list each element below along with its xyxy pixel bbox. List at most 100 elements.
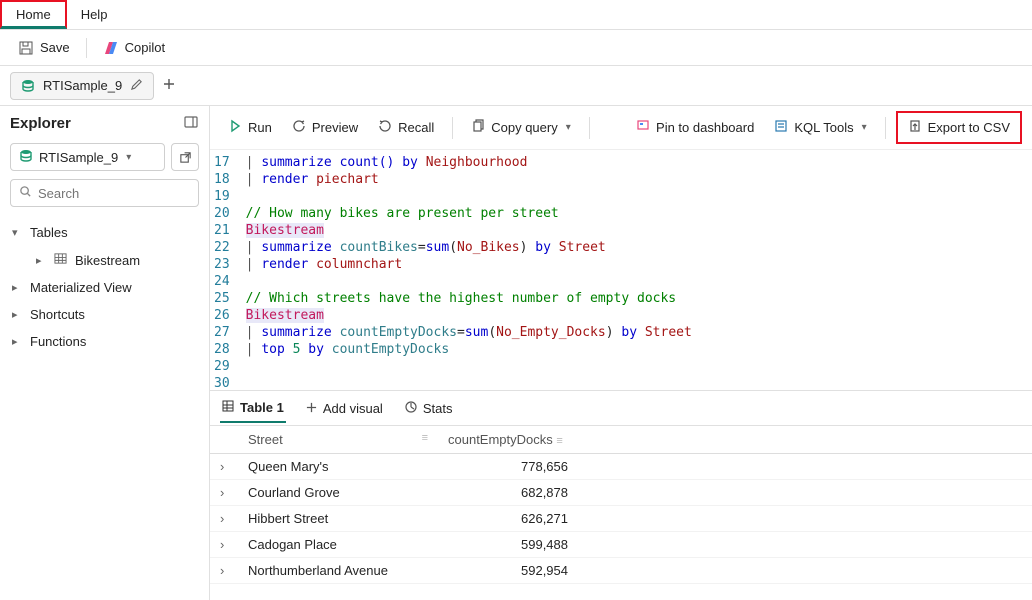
run-label: Run: [248, 120, 272, 135]
chevron-right-icon: ›: [220, 485, 224, 500]
content-area: Run Preview Recall Copy query ▾ Pin to d…: [210, 106, 1032, 600]
table-row[interactable]: ›Cadogan Place599,488: [210, 532, 1032, 558]
chevron-right-icon: ›: [220, 563, 224, 578]
code-editor[interactable]: 1718192021222324252627282930 | summarize…: [210, 150, 1032, 390]
cell-street: Hibbert Street: [238, 506, 438, 532]
table-icon: [54, 252, 67, 268]
divider: [589, 117, 590, 139]
save-icon: [18, 40, 34, 56]
results-tab-table1[interactable]: Table 1: [220, 394, 286, 423]
cell-count: 599,488: [438, 532, 598, 558]
home-toolbar: Save Copilot: [0, 30, 1032, 66]
copilot-icon: [103, 40, 119, 56]
code-content[interactable]: | summarize count() by Neighbourhood| re…: [246, 154, 692, 386]
stats-tab[interactable]: Stats: [403, 395, 455, 422]
tree-functions-label: Functions: [30, 334, 86, 349]
column-menu-icon[interactable]: ≡: [422, 432, 428, 444]
pin-label: Pin to dashboard: [656, 120, 754, 135]
export-csv-button[interactable]: Export to CSV: [896, 111, 1022, 144]
copy-icon: [471, 119, 485, 136]
chevron-down-icon: ▾: [12, 226, 22, 239]
column-menu-icon[interactable]: ≡: [556, 435, 562, 447]
chevron-right-icon: ▸: [12, 335, 22, 348]
kql-tools-button[interactable]: KQL Tools ▾: [766, 115, 874, 140]
recall-button[interactable]: Recall: [370, 115, 442, 140]
stats-icon: [405, 401, 417, 416]
explorer-search[interactable]: [10, 179, 199, 207]
chevron-right-icon: ▸: [12, 308, 22, 321]
add-tab-button[interactable]: [162, 77, 176, 94]
search-input[interactable]: [38, 186, 214, 201]
tree-matview-label: Materialized View: [30, 280, 132, 295]
col-count[interactable]: countEmptyDocks: [448, 432, 553, 447]
recall-label: Recall: [398, 120, 434, 135]
chevron-right-icon: ▸: [12, 281, 22, 294]
database-selector[interactable]: RTISample_9 ▾: [10, 143, 165, 171]
table-icon: [222, 400, 234, 415]
menu-help[interactable]: Help: [67, 0, 122, 29]
tree-tables[interactable]: ▾ Tables: [10, 219, 199, 246]
chevron-right-icon: ›: [220, 511, 224, 526]
tree-bikestream[interactable]: ▸ Bikestream: [10, 246, 199, 274]
pin-dashboard-button[interactable]: Pin to dashboard: [628, 115, 762, 140]
tree-materialized-view[interactable]: ▸ Materialized View: [10, 274, 199, 301]
explorer-title: Explorer: [10, 115, 71, 132]
cell-count: 778,656: [438, 454, 598, 480]
tree-functions[interactable]: ▸ Functions: [10, 328, 199, 355]
results-tabs: Table 1 Add visual Stats: [210, 390, 1032, 426]
recall-icon: [378, 119, 392, 136]
rename-icon[interactable]: [130, 78, 143, 94]
stats-label: Stats: [423, 401, 453, 416]
add-visual-button[interactable]: Add visual: [304, 395, 385, 422]
chevron-down-icon: ▾: [566, 122, 571, 133]
chevron-down-icon: ▾: [862, 122, 867, 133]
pin-icon: [636, 119, 650, 136]
table-row[interactable]: › Courland Grove682,878: [210, 480, 1032, 506]
tree-shortcuts-label: Shortcuts: [30, 307, 85, 322]
plus-icon: [306, 401, 317, 416]
play-icon: [228, 119, 242, 136]
kql-label: KQL Tools: [794, 120, 853, 135]
chevron-right-icon: ›: [220, 537, 224, 552]
menu-home[interactable]: Home: [0, 0, 67, 29]
cell-street: Courland Grove: [238, 480, 438, 506]
run-button[interactable]: Run: [220, 115, 280, 140]
copilot-label: Copilot: [125, 40, 165, 55]
menu-home-label: Home: [16, 7, 51, 22]
menu-help-label: Help: [81, 7, 108, 22]
explorer-sidebar: Explorer RTISample_9 ▾ ▾: [0, 106, 210, 600]
tree-shortcuts[interactable]: ▸ Shortcuts: [10, 301, 199, 328]
cell-count: 682,878: [438, 480, 598, 506]
chevron-right-icon: ▸: [36, 254, 46, 267]
preview-button[interactable]: Preview: [284, 115, 366, 140]
table1-label: Table 1: [240, 400, 284, 415]
file-tab-name: RTISample_9: [43, 78, 122, 93]
file-tab-active[interactable]: RTISample_9: [10, 72, 154, 100]
line-gutter: 1718192021222324252627282930: [210, 154, 246, 386]
search-icon: [19, 185, 32, 201]
col-street[interactable]: Street: [248, 432, 283, 447]
cell-street: Northumberland Avenue: [238, 558, 438, 584]
tree-tables-label: Tables: [30, 225, 68, 240]
cell-street: Queen Mary's: [238, 454, 438, 480]
panel-collapse-icon[interactable]: [183, 114, 199, 133]
table-row[interactable]: ›Queen Mary's778,656: [210, 454, 1032, 480]
cell-count: 592,954: [438, 558, 598, 584]
open-external-button[interactable]: [171, 143, 199, 171]
preview-label: Preview: [312, 120, 358, 135]
database-name: RTISample_9: [39, 150, 118, 165]
top-menu: Home Help: [0, 0, 1032, 30]
save-button[interactable]: Save: [12, 36, 76, 60]
copy-label: Copy query: [491, 120, 557, 135]
table-row[interactable]: › Northumberland Avenue592,954: [210, 558, 1032, 584]
export-icon: [908, 119, 922, 136]
kql-icon: [774, 119, 788, 136]
database-icon: [21, 79, 35, 93]
copy-query-button[interactable]: Copy query ▾: [463, 115, 579, 140]
copilot-button[interactable]: Copilot: [97, 36, 171, 60]
divider: [86, 38, 87, 58]
table-row[interactable]: ›Hibbert Street626,271: [210, 506, 1032, 532]
divider: [452, 117, 453, 139]
file-tabs: RTISample_9: [0, 66, 1032, 106]
query-action-bar: Run Preview Recall Copy query ▾ Pin to d…: [210, 106, 1032, 150]
